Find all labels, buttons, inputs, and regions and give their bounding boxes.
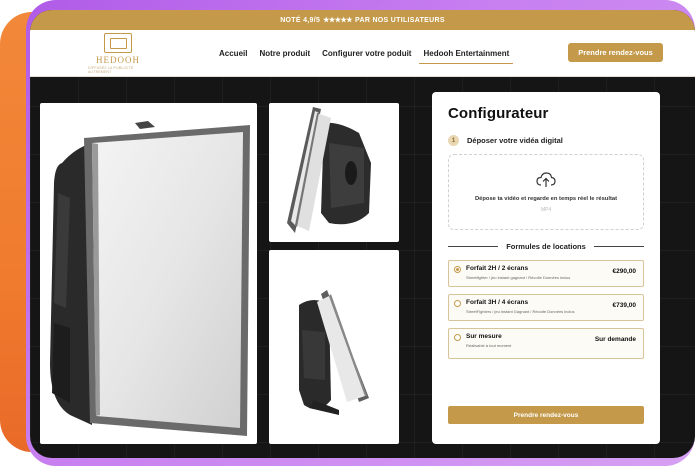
rating-stars-icon: ★★★★★ xyxy=(323,17,353,24)
plans-title: Formules de locations xyxy=(506,242,586,251)
kiosk-angle-view-image xyxy=(287,107,371,233)
plan-name: Forfait 3H / 4 écrans xyxy=(466,299,529,306)
rating-suffix: PAR NOS UTILISATEURS xyxy=(355,16,445,24)
rating-banner: NOTÉ 4,9/5 ★★★★★ PAR NOS UTILISATEURS xyxy=(30,10,695,30)
logo-tagline: DIFFUSEZ LA PUBLICITÉ AUTREMENT xyxy=(88,66,134,74)
plan-option-3h[interactable]: Forfait 3H / 4 écrans StreetFighters / j… xyxy=(448,294,644,321)
logo-mark-icon xyxy=(104,33,132,53)
rating-text: NOTÉ 4,9/5 xyxy=(280,16,321,24)
product-side-image-1[interactable] xyxy=(269,103,399,242)
plan-price: Sur demande xyxy=(594,336,636,343)
plan-description: Streetfighter / jeu instant gagnant / Ré… xyxy=(466,275,571,280)
plan-radio[interactable] xyxy=(454,300,461,307)
upload-cloud-icon xyxy=(536,172,556,187)
configurator-panel: Configurateur 1 Déposer votre vidéa digi… xyxy=(432,92,660,444)
dropzone-format: MP4 xyxy=(540,207,552,213)
divider-line-right xyxy=(593,246,645,247)
book-appointment-button[interactable]: Prendre rendez-vous xyxy=(568,43,663,62)
kiosk-front-view-image xyxy=(50,121,250,436)
configurator-title: Configurateur xyxy=(448,105,549,122)
step-label: Déposer votre vidéa digital xyxy=(467,136,563,145)
logo-name: HEDOOH xyxy=(96,55,140,65)
divider-line-left xyxy=(448,246,499,247)
plans-heading: Formules de locations xyxy=(448,242,645,251)
kiosk-back-view-image xyxy=(299,290,369,415)
nav-item-accueil[interactable]: Accueil xyxy=(213,30,253,76)
configurator-book-button[interactable]: Prendre rendez-vous xyxy=(448,406,644,424)
plan-radio[interactable] xyxy=(454,334,461,341)
upload-step: 1 Déposer votre vidéa digital xyxy=(448,135,644,146)
product-side-image-2[interactable] xyxy=(269,250,399,444)
video-dropzone[interactable]: Dépose ta vidéo et regarde en temps réel… xyxy=(448,154,644,230)
plan-price: €739,00 xyxy=(612,302,637,309)
site-header: HEDOOH DIFFUSEZ LA PUBLICITÉ AUTREMENT A… xyxy=(30,30,695,77)
plan-option-custom[interactable]: Sur mesure Réalisable à tout moment Sur … xyxy=(448,328,644,359)
plan-description: StreetFighters / jeu instant Gagnant / R… xyxy=(466,309,575,314)
plan-option-2h[interactable]: Forfait 2H / 2 écrans Streetfighter / je… xyxy=(448,260,644,287)
dropzone-text: Dépose ta vidéo et regarde en temps réel… xyxy=(474,196,618,202)
nav-item-entertainment[interactable]: Hedooh Entertainment xyxy=(417,30,515,76)
nav-item-notre-produit[interactable]: Notre produit xyxy=(253,30,316,76)
nav-item-configurer[interactable]: Configurer votre poduit xyxy=(316,30,417,76)
plan-price: €290,00 xyxy=(612,268,637,275)
main-nav: Accueil Notre produit Configurer votre p… xyxy=(213,30,515,76)
plan-description: Réalisable à tout moment xyxy=(466,343,512,348)
website-window: NOTÉ 4,9/5 ★★★★★ PAR NOS UTILISATEURS HE… xyxy=(30,10,695,458)
step-number-badge: 1 xyxy=(448,135,459,146)
plan-name: Forfait 2H / 2 écrans xyxy=(466,265,529,272)
hedooh-logo[interactable]: HEDOOH DIFFUSEZ LA PUBLICITÉ AUTREMENT xyxy=(88,33,148,75)
product-main-image[interactable] xyxy=(40,103,257,444)
plan-radio-selected[interactable] xyxy=(454,266,461,273)
